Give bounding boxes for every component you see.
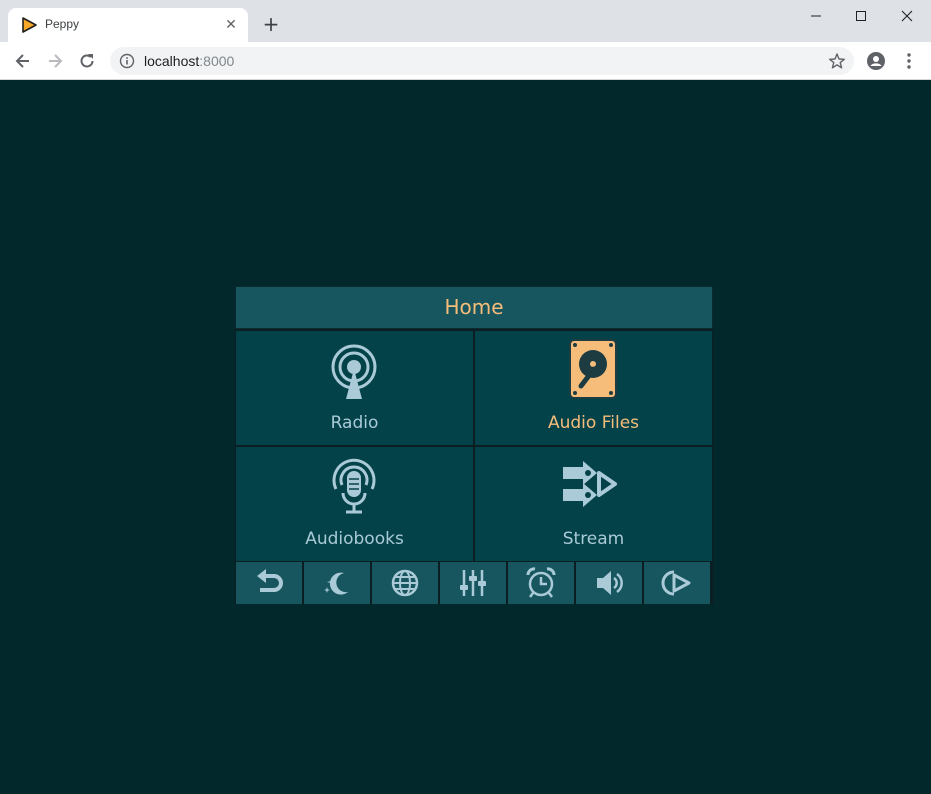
browser-tab[interactable]: Peppy ✕: [8, 8, 248, 42]
audio-files-button[interactable]: Audio Files: [475, 331, 712, 445]
tile-label: Audiobooks: [305, 529, 404, 549]
radio-tower-icon: [331, 344, 377, 399]
bottom-button-bar: [235, 562, 713, 604]
volume-icon: [597, 571, 623, 595]
back-button[interactable]: [236, 562, 302, 604]
language-button[interactable]: [372, 562, 438, 604]
minimize-icon[interactable]: [798, 6, 834, 26]
bookmark-star-icon[interactable]: [828, 52, 846, 70]
peppy-logo-icon: [22, 17, 37, 33]
site-info-icon[interactable]: [119, 53, 135, 69]
screensaver-button[interactable]: [304, 562, 370, 604]
page-title: Home: [444, 295, 504, 319]
back-icon: [257, 569, 283, 592]
browser-tab-strip: Peppy ✕ +: [0, 0, 931, 42]
tile-label: Audio Files: [547, 413, 640, 433]
url-host: localhost: [144, 53, 200, 69]
hard-drive-icon: [569, 339, 617, 399]
player-button[interactable]: [644, 562, 710, 604]
tile-label: Radio: [330, 413, 379, 433]
tab-close-icon[interactable]: ✕: [222, 16, 240, 34]
url-text[interactable]: localhost:8000: [144, 53, 234, 69]
browser-menu-icon[interactable]: [899, 51, 919, 71]
address-bar[interactable]: localhost:8000: [110, 47, 854, 75]
home-header: Home: [235, 286, 713, 329]
podcast-microphone-icon: [332, 458, 376, 514]
tab-title: Peppy: [45, 17, 80, 31]
peppy-home-screen: Home Radio Audio Files Audiobooks Stream: [235, 286, 713, 604]
account-icon[interactable]: [866, 51, 886, 71]
stream-arrows-icon: [563, 461, 617, 507]
equalizer-icon: [460, 570, 486, 596]
radio-button[interactable]: Radio: [236, 331, 473, 445]
language-icon: [391, 569, 419, 597]
new-tab-button[interactable]: +: [261, 14, 281, 34]
url-port: :8000: [199, 53, 235, 69]
screensaver-icon: [324, 572, 348, 595]
maximize-icon[interactable]: [843, 6, 879, 26]
audiobooks-button[interactable]: Audiobooks: [236, 447, 473, 561]
forward-arrow-icon[interactable]: [45, 51, 65, 71]
browser-toolbar: localhost:8000: [0, 42, 931, 80]
player-icon: [661, 570, 691, 596]
tile-label: Stream: [562, 529, 625, 549]
stream-button[interactable]: Stream: [475, 447, 712, 561]
volume-button[interactable]: [576, 562, 642, 604]
back-arrow-icon[interactable]: [13, 51, 33, 71]
reload-icon[interactable]: [77, 51, 97, 71]
window-close-icon[interactable]: [889, 6, 925, 26]
timer-button[interactable]: [508, 562, 574, 604]
alarm-clock-icon: [526, 567, 556, 598]
equalizer-button[interactable]: [440, 562, 506, 604]
